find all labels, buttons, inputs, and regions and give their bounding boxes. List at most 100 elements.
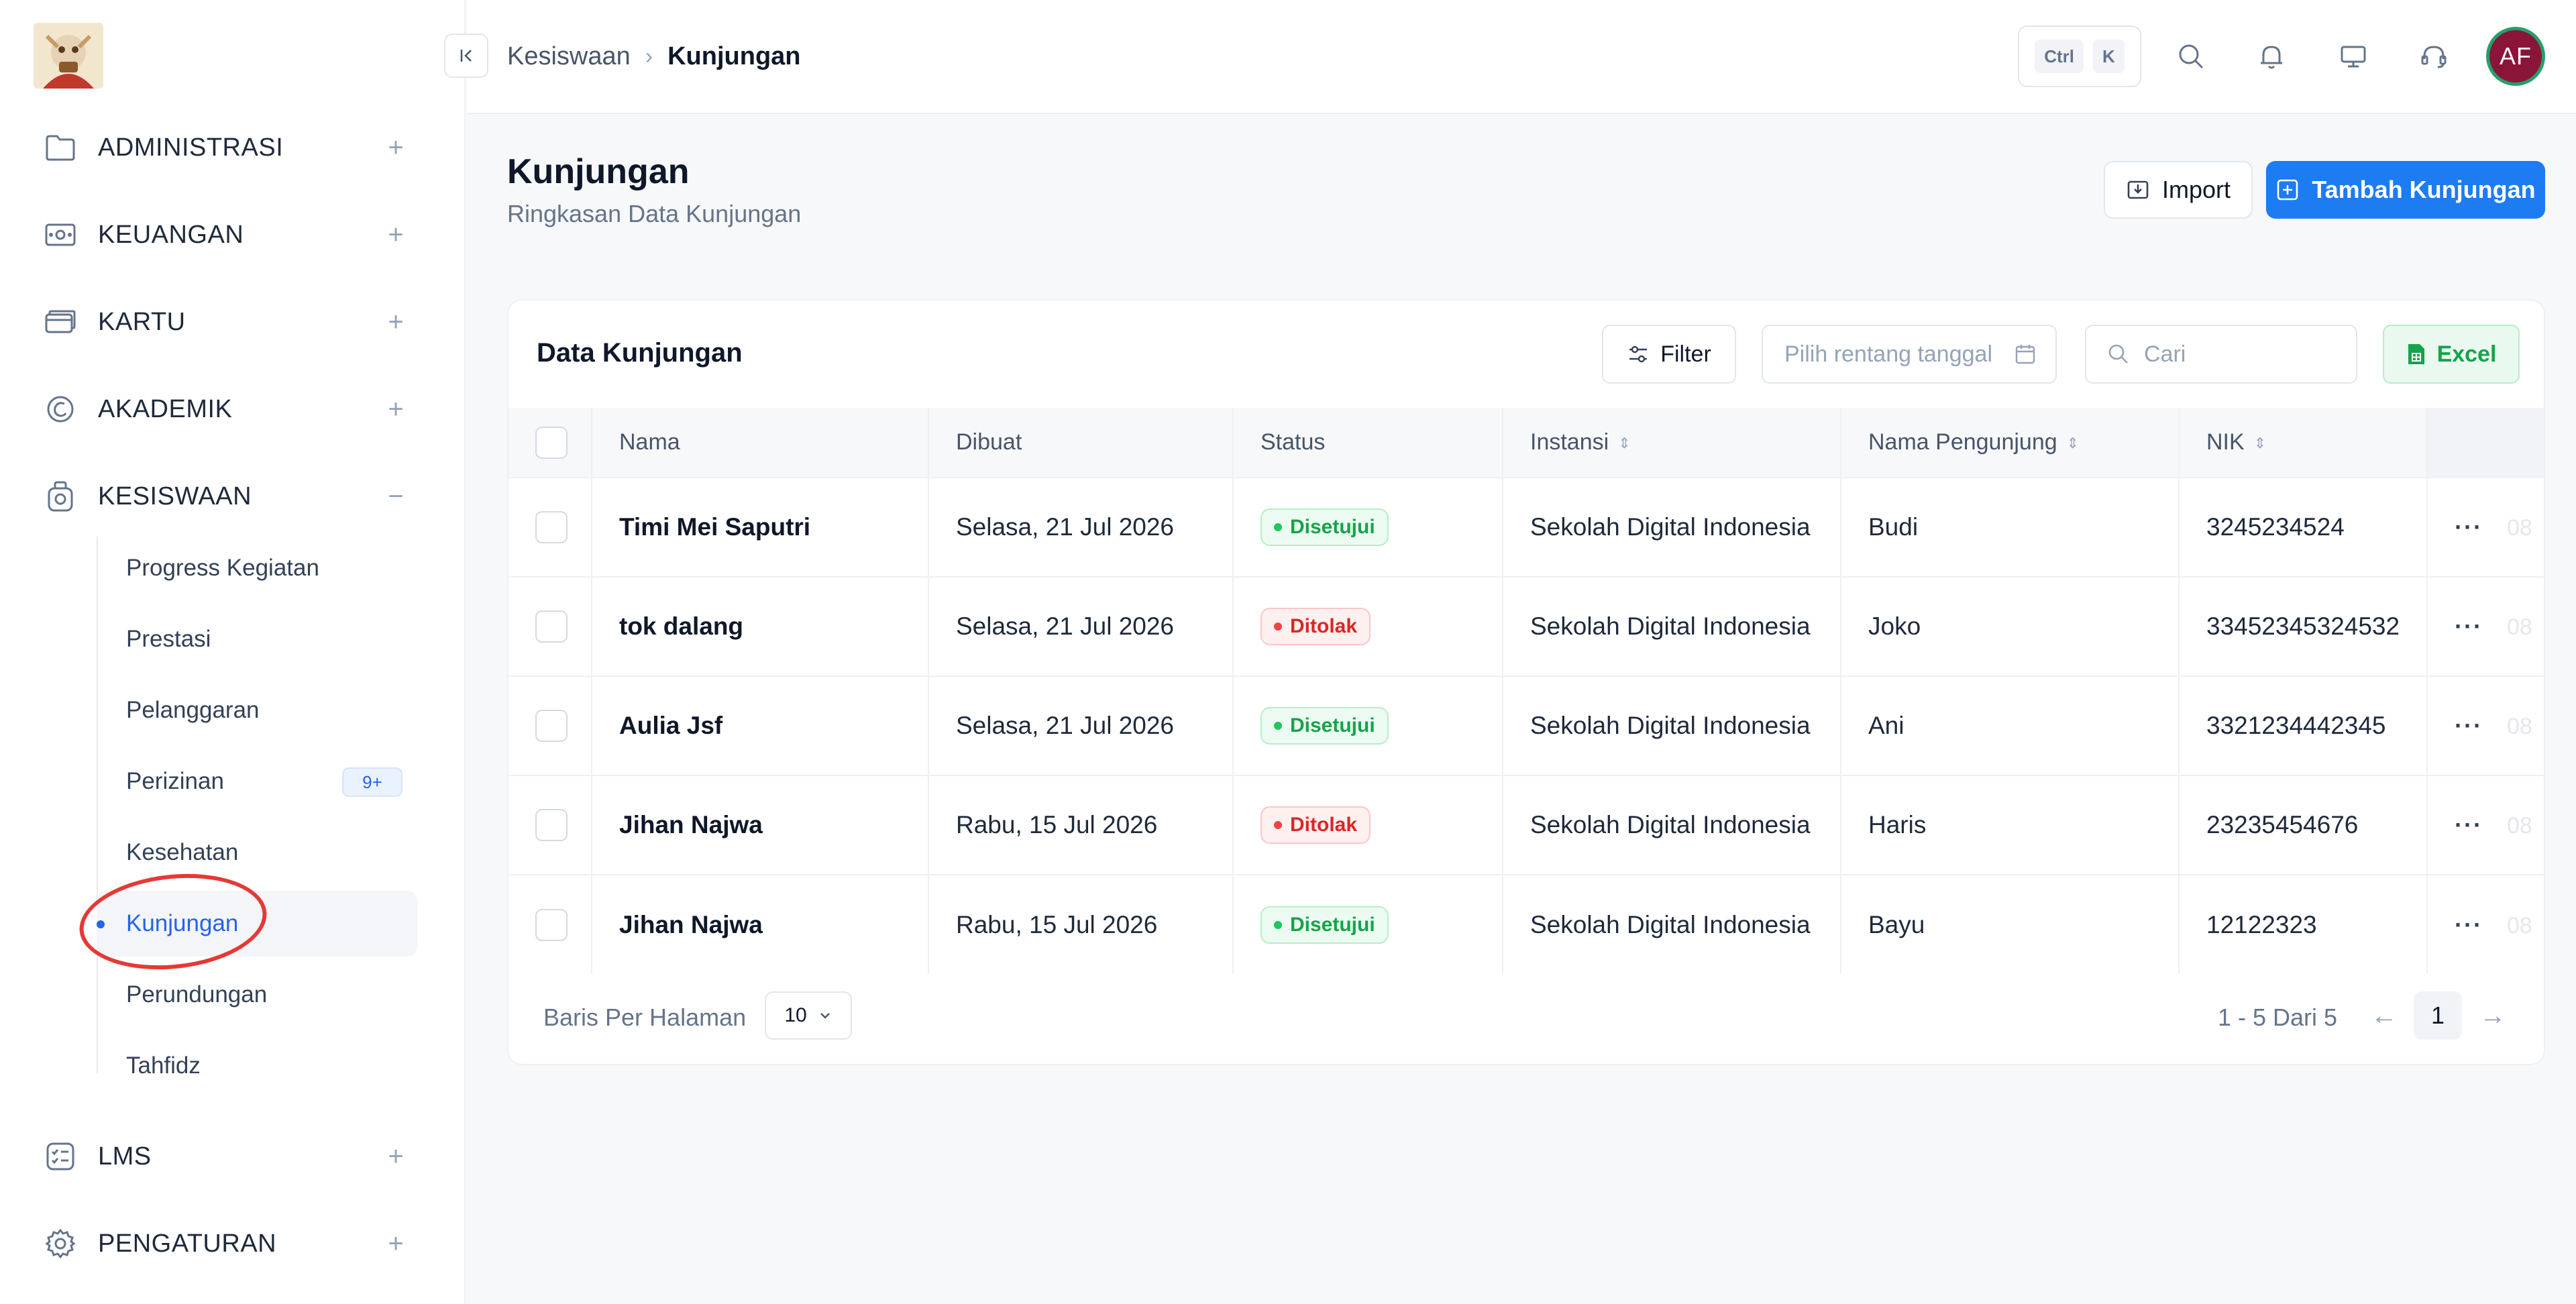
nav-group-administrasi[interactable]: ADMINISTRASI + [40, 121, 409, 174]
breadcrumb-item-current: Kunjungan [667, 42, 801, 70]
import-button[interactable]: Import [2104, 161, 2253, 219]
more-options-icon[interactable]: ··· [2455, 811, 2483, 838]
card-title: Data Kunjungan [537, 338, 743, 368]
rows-per-page-select[interactable]: 10 [765, 991, 852, 1040]
row-checkbox[interactable] [535, 908, 568, 941]
notification-badge: 9+ [342, 767, 402, 797]
column-header-nik[interactable]: NIK ⇕ [2179, 408, 2428, 478]
row-checkbox[interactable] [535, 809, 568, 841]
nav-group-keuangan[interactable]: KEUANGAN + [40, 208, 409, 262]
column-header-nama[interactable]: Nama [592, 408, 929, 478]
add-visit-button[interactable]: Tambah Kunjungan [2266, 161, 2545, 219]
more-options-icon[interactable]: ··· [2455, 712, 2483, 739]
row-checkbox[interactable] [535, 610, 568, 643]
page-number-current[interactable]: 1 [2414, 991, 2462, 1040]
kbd-ctrl: Ctrl [2035, 40, 2084, 73]
display-button[interactable] [2332, 35, 2375, 78]
breadcrumb-item-kesiswaan[interactable]: Kesiswaan [507, 42, 631, 71]
cell-actions: ··· 08 [2427, 477, 2544, 577]
column-header-instansi[interactable]: Instansi ⇕ [1503, 408, 1841, 478]
expand-icon[interactable]: + [382, 307, 409, 337]
page-title: Kunjungan [507, 152, 690, 191]
more-options-icon[interactable]: ··· [2455, 911, 2483, 938]
filter-button[interactable]: Filter [1602, 325, 1736, 384]
collapse-sidebar-button[interactable] [444, 34, 488, 78]
subnav-item-perizinan[interactable]: Perizinan 9+ [97, 749, 417, 814]
table-row[interactable]: Jihan Najwa Rabu, 15 Jul 2026 Disetujui … [508, 874, 2544, 974]
nav-group-kartu[interactable]: KARTU + [40, 295, 409, 349]
row-select-cell [508, 576, 592, 676]
page-subtitle: Ringkasan Data Kunjungan [507, 200, 802, 227]
nav-group-kesiswaan[interactable]: KESISWAAN − [40, 470, 409, 523]
subnav-item-kunjungan[interactable]: Kunjungan [97, 891, 417, 957]
subnav-item-prestasi[interactable]: Prestasi [97, 606, 417, 672]
kbd-k: K [2093, 40, 2125, 73]
table-row[interactable]: tok dalang Selasa, 21 Jul 2026 Ditolak S… [508, 576, 2544, 676]
calendar-icon [2015, 345, 2035, 364]
subnav-item-tahfidz[interactable]: Tahfidz [97, 1033, 417, 1099]
spreadsheet-icon [2408, 344, 2424, 364]
column-header-status[interactable]: Status [1233, 408, 1503, 478]
date-range-picker[interactable]: Pilih rentang tanggal [1762, 325, 2057, 384]
app-logo[interactable] [34, 23, 103, 89]
command-palette-shortcut[interactable]: Ctrl K [2018, 25, 2141, 87]
table-row[interactable]: Jihan Najwa Rabu, 15 Jul 2026 Ditolak Se… [508, 775, 2544, 875]
subnav-item-kesehatan[interactable]: Kesehatan [97, 820, 417, 885]
nav-group-label: PENGATURAN [98, 1229, 277, 1258]
status-label: Ditolak [1290, 814, 1358, 836]
cell-status: Ditolak [1233, 775, 1503, 875]
nav-group-label: KEUANGAN [98, 220, 244, 249]
nav-group-pengaturan[interactable]: PENGATURAN + [40, 1217, 409, 1270]
student-icon [40, 476, 80, 517]
search-icon [2179, 44, 2204, 69]
sort-icon[interactable]: ⇕ [1618, 435, 1630, 452]
collapse-group-icon[interactable]: − [382, 482, 409, 511]
more-options-icon[interactable]: ··· [2455, 513, 2483, 541]
status-badge: Ditolak [1260, 806, 1371, 844]
cell-nama: Aulia Jsf [592, 675, 929, 775]
add-visit-label: Tambah Kunjungan [2312, 176, 2536, 203]
next-page-arrow-icon[interactable]: → [2473, 995, 2513, 1036]
table-row[interactable]: Aulia Jsf Selasa, 21 Jul 2026 Disetujui … [508, 675, 2544, 775]
table-row[interactable]: Timi Mei Saputri Selasa, 21 Jul 2026 Dis… [508, 477, 2544, 577]
export-excel-button[interactable]: Excel [2383, 325, 2520, 384]
rows-per-page-value: 10 [784, 1004, 807, 1026]
expand-icon[interactable]: + [382, 1229, 409, 1258]
support-button[interactable] [2412, 35, 2455, 78]
nav-group-label: AKADEMIK [98, 394, 233, 423]
expand-icon[interactable]: + [382, 220, 409, 250]
expand-icon[interactable]: + [382, 394, 409, 424]
bell-icon [2261, 46, 2282, 69]
table-header-row: Nama Dibuat Status Instansi ⇕ Nama Pengun… [508, 408, 2544, 478]
expand-icon[interactable]: + [382, 1142, 409, 1171]
more-options-icon[interactable]: ··· [2455, 612, 2483, 640]
select-all-checkbox[interactable] [535, 426, 568, 459]
cell-status: Disetujui [1233, 675, 1503, 775]
sort-icon[interactable]: ⇕ [2254, 435, 2266, 452]
subnav-item-pelanggaran[interactable]: Pelanggaran [97, 677, 417, 743]
sidebar: ADMINISTRASI + KEUANGAN + KARTU + AKADEM… [0, 0, 466, 1304]
user-avatar[interactable]: AF [2486, 27, 2545, 86]
column-header-dibuat[interactable]: Dibuat [928, 408, 1234, 478]
search-input[interactable]: Cari [2085, 325, 2357, 384]
status-label: Disetujui [1290, 714, 1375, 737]
subnav-item-progress-kegiatan[interactable]: Progress Kegiatan [97, 535, 417, 601]
row-select-cell [508, 477, 592, 577]
search-button[interactable] [2169, 35, 2212, 78]
row-select-cell [508, 675, 592, 775]
sliders-icon [1629, 345, 1648, 363]
nav-group-akademik[interactable]: AKADEMIK + [40, 382, 409, 436]
column-header-nama-pengunjung[interactable]: Nama Pengunjung ⇕ [1841, 408, 2180, 478]
sort-icon[interactable]: ⇕ [2067, 435, 2079, 452]
status-badge: Disetujui [1260, 707, 1389, 745]
prev-page-arrow-icon[interactable]: ← [2364, 995, 2404, 1036]
row-checkbox[interactable] [535, 710, 568, 742]
column-header-label: NIK [2206, 429, 2245, 455]
row-checkbox[interactable] [535, 511, 568, 543]
notifications-button[interactable] [2250, 35, 2293, 78]
subnav-item-perundungan[interactable]: Perundungan [97, 962, 417, 1028]
expand-icon[interactable]: + [382, 133, 409, 162]
status-dot-icon [1274, 523, 1282, 531]
cell-dibuat: Selasa, 21 Jul 2026 [928, 675, 1234, 775]
nav-group-lms[interactable]: LMS + [40, 1130, 409, 1183]
